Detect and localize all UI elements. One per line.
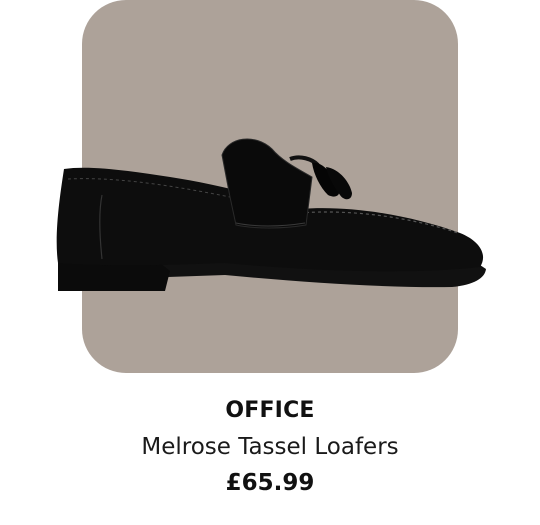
shoe-heel bbox=[58, 262, 170, 291]
brand-name[interactable]: OFFICE bbox=[0, 393, 540, 429]
product-card[interactable]: OFFICE Melrose Tassel Loafers £65.99 bbox=[0, 0, 540, 525]
product-price: £65.99 bbox=[225, 470, 315, 496]
loafer-shoe-image[interactable] bbox=[50, 125, 490, 300]
product-name[interactable]: Melrose Tassel Loafers bbox=[0, 429, 540, 465]
saddle-strap bbox=[221, 138, 313, 229]
product-info: OFFICE Melrose Tassel Loafers £65.99 bbox=[0, 393, 540, 501]
